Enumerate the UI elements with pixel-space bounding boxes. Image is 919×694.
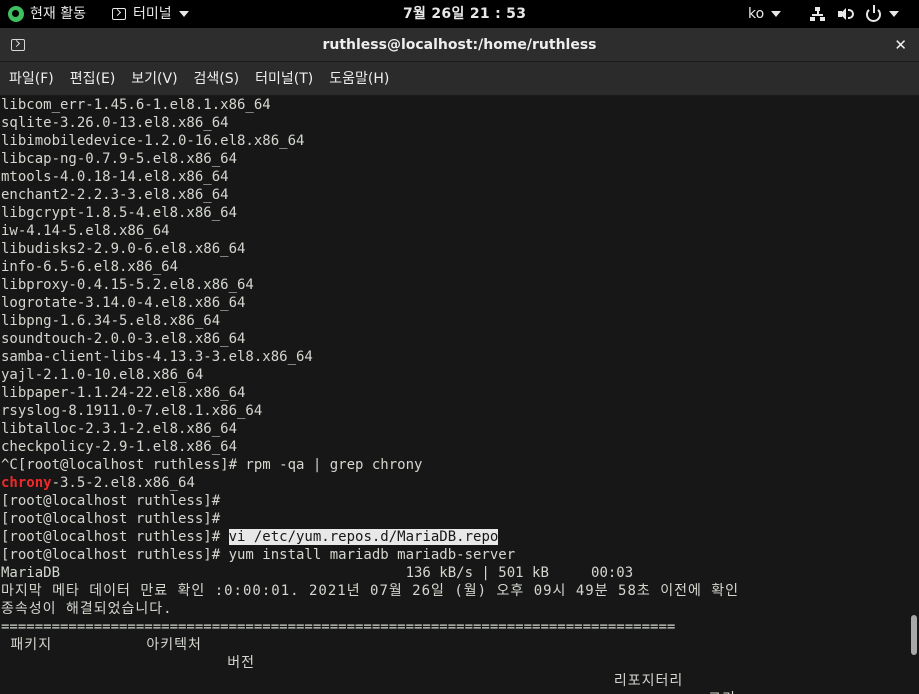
menu-search[interactable]: 검색(S) (186, 62, 248, 96)
package-line: checkpolicy-2.9-1.el8.x86_64 (1, 439, 238, 455)
metadata-line: 마지막 메타 데이터 만료 확인 :0:00:01. 2021년 07월 26일… (1, 583, 740, 599)
package-line: libpaper-1.1.24-22.el8.x86_64 (1, 385, 246, 401)
menu-terminal[interactable]: 터미널(T) (247, 62, 321, 96)
package-line: samba-client-libs-4.13.3-3.el8.x86_64 (1, 349, 313, 365)
repo-download-line: MariaDB 136 kB/s | 501 kB 00:03 (1, 565, 634, 581)
package-line: libcap-ng-0.7.9-5.el8.x86_64 (1, 151, 238, 167)
system-tray[interactable] (810, 0, 911, 28)
menu-bar: 파일(F) 편집(E) 보기(V) 검색(S) 터미널(T) 도움말(H) (0, 62, 919, 96)
column-header-package-arch: 패키지 아키텍처 (1, 637, 202, 653)
grep-result-line: chrony-3.5-2.el8.x86_64 (1, 474, 739, 492)
chevron-down-icon (889, 11, 899, 17)
command-line-yum: [root@localhost ruthless]# yum install m… (1, 547, 516, 563)
package-line: iw-4.14-5.el8.x86_64 (1, 223, 170, 239)
activities-button[interactable]: 현재 활동 (8, 0, 86, 28)
prompt: [root@localhost ruthless]# (1, 529, 229, 545)
menu-file[interactable]: 파일(F) (0, 62, 62, 96)
app-menu-button[interactable]: 터미널 (112, 0, 189, 28)
grep-match-rest: -3.5-2.el8.x86_64 (51, 475, 195, 491)
command-line-grep: ^C[root@localhost ruthless]# rpm -qa | g… (1, 457, 423, 473)
network-icon (810, 7, 826, 21)
package-line: libudisks2-2.9.0-6.el8.x86_64 (1, 241, 246, 257)
volume-icon (838, 7, 854, 21)
chevron-down-icon (771, 11, 782, 17)
dependencies-resolved-line: 종속성이 해결되었습니다. (1, 601, 173, 617)
package-line: libpng-1.6.34-5.el8.x86_64 (1, 313, 221, 329)
package-line: yajl-2.1.0-10.el8.x86_64 (1, 367, 204, 383)
package-line: rsyslog-8.1911.0-7.el8.1.x86_64 (1, 403, 263, 419)
column-header-repository: 리포지터리 (1, 673, 684, 689)
gnome-logo-icon (8, 6, 24, 22)
close-button[interactable]: ✕ (894, 28, 907, 62)
window-title: ruthless@localhost:/home/ruthless (322, 37, 597, 53)
app-menu-label: 터미널 (133, 6, 172, 22)
package-line: info-6.5-6.el8.x86_64 (1, 259, 179, 275)
package-line: mtools-4.0.18-14.el8.x86_64 (1, 169, 229, 185)
selected-text[interactable]: vi /etc/yum.repos.d/MariaDB.repo (228, 529, 499, 545)
package-line: libimobiledevice-1.2.0-16.el8.x86_64 (1, 133, 305, 149)
scrollbar-thumb[interactable] (911, 615, 917, 655)
menu-edit[interactable]: 편집(E) (62, 62, 124, 96)
terminal-icon (112, 8, 126, 20)
input-language-label: ko (748, 6, 765, 22)
package-line: libcom_err-1.45.6-1.el8.1.x86_64 (1, 97, 271, 113)
activities-label: 현재 활동 (30, 6, 86, 22)
input-language-button[interactable]: ko (748, 0, 782, 28)
menu-help[interactable]: 도움말(H) (321, 62, 397, 96)
package-line: libtalloc-2.3.1-2.el8.x86_64 (1, 421, 238, 437)
prompt-line: [root@localhost ruthless]# (1, 493, 221, 509)
package-line: libgcrypt-1.8.5-4.el8.x86_64 (1, 205, 238, 221)
window-titlebar[interactable]: ruthless@localhost:/home/ruthless ✕ (0, 28, 919, 62)
top-bar: 현재 활동 터미널 7월 26일 21 : 53 ko (0, 0, 919, 28)
terminal-scrollbar[interactable] (909, 96, 919, 694)
package-line: enchant2-2.2.3-3.el8.x86_64 (1, 187, 229, 203)
column-header-size: 크기 (1, 690, 739, 694)
chevron-down-icon (178, 11, 189, 17)
terminal-output[interactable]: libcom_err-1.45.6-1.el8.1.x86_64 sqlite-… (0, 96, 909, 694)
package-line: sqlite-3.26.0-13.el8.x86_64 (1, 115, 229, 131)
package-line: logrotate-3.14.0-4.el8.x86_64 (1, 295, 246, 311)
separator-line: ========================================… (1, 619, 676, 635)
column-header-version: 버전 (1, 655, 256, 671)
package-line: libproxy-0.4.15-5.2.el8.x86_64 (1, 277, 254, 293)
prompt-line: [root@localhost ruthless]# (1, 511, 221, 527)
grep-match: chrony (1, 475, 52, 491)
package-line: soundtouch-2.0.0-3.el8.x86_64 (1, 331, 246, 347)
clock[interactable]: 7월 26일 21 : 53 (403, 0, 526, 28)
menu-view[interactable]: 보기(V) (123, 62, 185, 96)
command-line-vi: [root@localhost ruthless]# vi /etc/yum.r… (1, 528, 739, 546)
power-icon (866, 4, 881, 22)
